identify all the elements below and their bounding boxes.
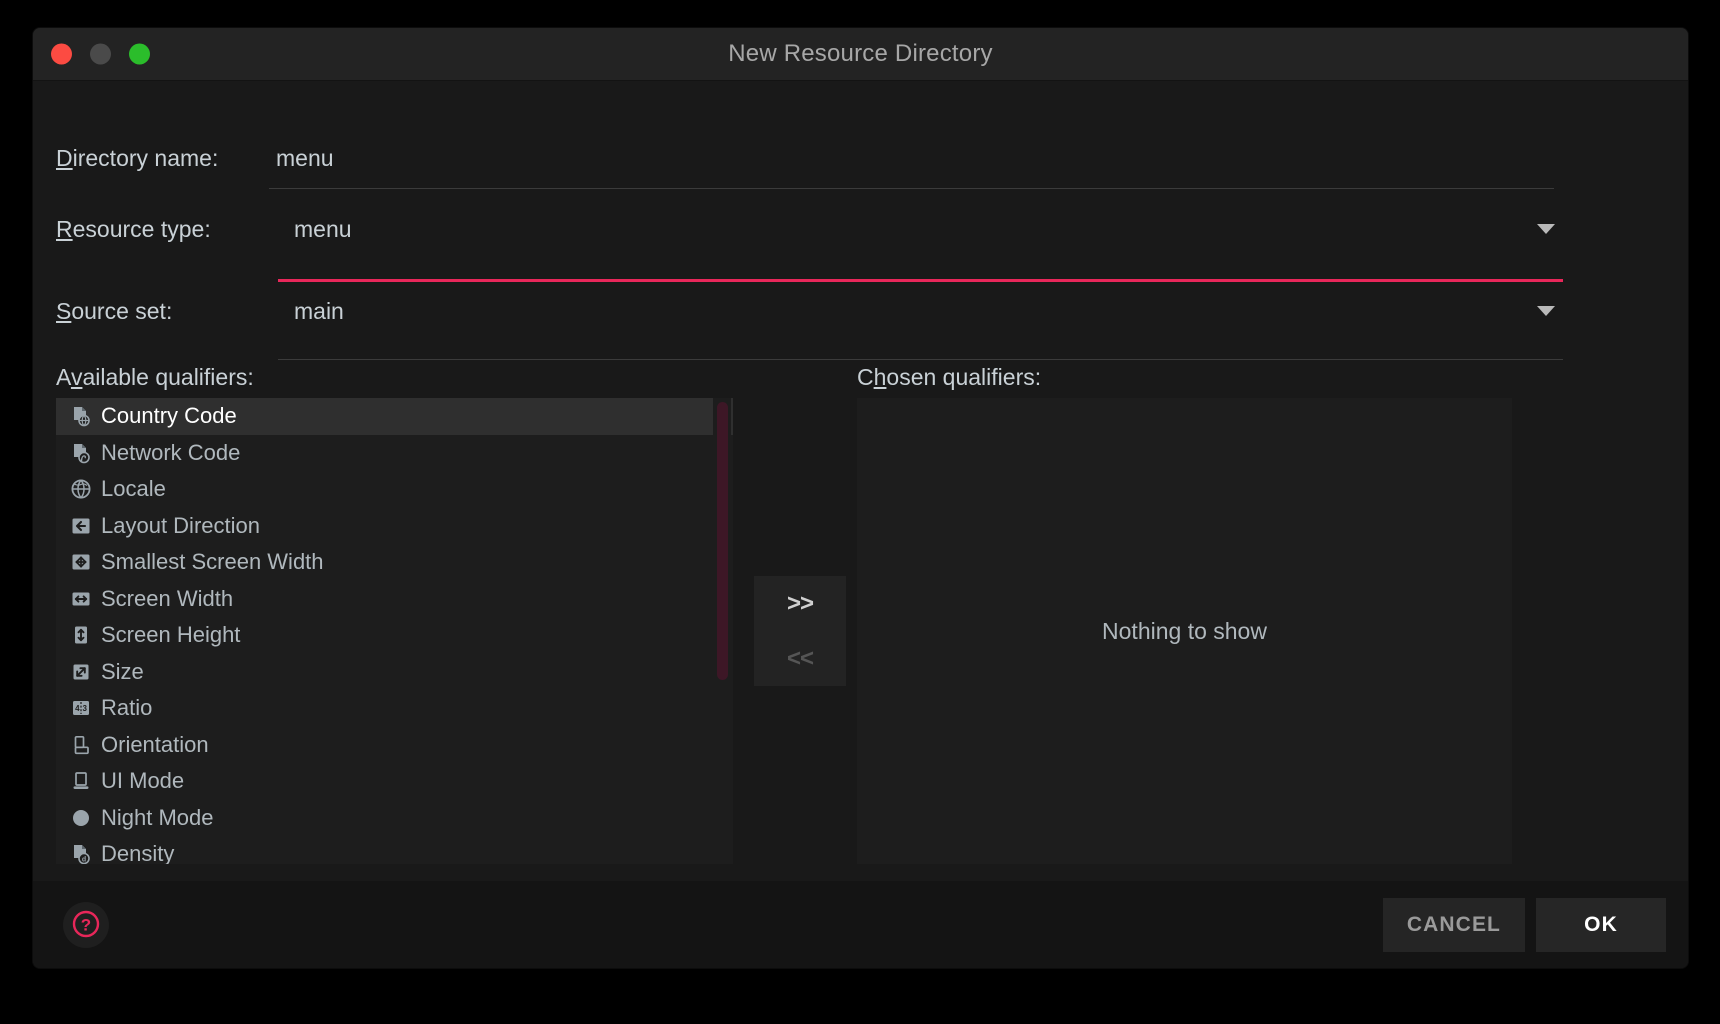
source-set-value: main <box>294 298 344 324</box>
chevron-down-icon[interactable] <box>1537 306 1555 316</box>
qualifier-item[interactable]: 4 3 Ratio <box>56 690 733 727</box>
available-qualifiers-label: Available qualifiers: <box>56 364 254 390</box>
qualifier-item-label: Screen Width <box>101 585 234 611</box>
qualifier-item[interactable]: Size <box>56 654 733 691</box>
screen-width-icon <box>70 588 92 610</box>
qualifier-item-label: Size <box>101 658 144 684</box>
chevron-down-icon[interactable] <box>1537 224 1555 234</box>
night-mode-icon <box>70 807 92 829</box>
directory-name-row: Directory name: menu <box>56 145 1554 189</box>
qualifier-item-label: Density <box>101 841 175 864</box>
resource-type-value: menu <box>294 216 352 242</box>
ok-button[interactable]: OK <box>1536 898 1666 952</box>
orientation-icon <box>70 734 92 756</box>
resource-type-label: Resource type: <box>56 216 211 242</box>
smallest-screen-width-icon <box>70 551 92 573</box>
network-code-icon <box>70 442 92 464</box>
qualifier-item[interactable]: Orientation <box>56 727 733 764</box>
ratio-icon: 4 3 <box>70 697 92 719</box>
country-code-icon <box>70 405 92 427</box>
cancel-button[interactable]: CANCEL <box>1382 898 1525 952</box>
qualifier-item[interactable]: Screen Width <box>56 581 733 618</box>
window-title: New Resource Directory <box>728 40 993 67</box>
source-set-underline <box>278 359 1563 360</box>
qualifier-item-label: Country Code <box>101 403 237 429</box>
qualifier-item[interactable]: Country Code <box>56 398 733 435</box>
chosen-qualifiers-label: Chosen qualifiers: <box>857 364 1042 390</box>
resource-type-row: Resource type: menu <box>56 216 1563 282</box>
qualifier-item-label: Ratio <box>101 695 153 721</box>
svg-text:?: ? <box>81 915 91 934</box>
qualifier-item-label: Locale <box>101 476 166 502</box>
locale-globe-icon <box>70 478 92 500</box>
qualifier-item[interactable]: Layout Direction <box>56 508 733 545</box>
qualifier-item-label: Network Code <box>101 439 241 465</box>
available-list-scrollbar[interactable] <box>713 398 731 864</box>
density-icon: d <box>70 843 92 864</box>
transfer-buttons-panel: >> << <box>754 576 846 686</box>
chosen-qualifiers-list[interactable]: Nothing to show <box>857 398 1512 864</box>
directory-name-field[interactable]: menu <box>269 145 1554 189</box>
qualifier-item[interactable]: UI Mode <box>56 763 733 800</box>
svg-text:d: d <box>82 857 86 864</box>
chosen-empty-message: Nothing to show <box>1102 617 1267 644</box>
screen: New Resource Directory Directory name: m… <box>0 0 1720 1024</box>
new-resource-directory-dialog: New Resource Directory Directory name: m… <box>33 28 1688 968</box>
qualifier-item[interactable]: Night Mode <box>56 800 733 837</box>
resource-type-focus-underline <box>278 279 1563 282</box>
qualifier-item-label: Screen Height <box>101 622 241 648</box>
dialog-body: Directory name: menu Resource type: menu… <box>33 81 1688 968</box>
qualifier-item-label: UI Mode <box>101 768 185 794</box>
directory-name-value: menu <box>276 145 334 171</box>
add-qualifier-button[interactable]: >> <box>754 576 846 631</box>
qualifier-item[interactable]: Locale <box>56 471 733 508</box>
screen-height-icon <box>70 624 92 646</box>
qualifier-item-label: Orientation <box>101 731 209 757</box>
available-qualifiers-list[interactable]: Country Code Network Code Locale Layout … <box>56 398 733 864</box>
footer-action-buttons: CANCEL OK <box>1382 898 1666 952</box>
qualifier-item-label: Smallest Screen Width <box>101 549 324 575</box>
directory-name-label: Directory name: <box>56 145 219 171</box>
remove-qualifier-button[interactable]: << <box>754 631 846 686</box>
qualifier-item[interactable]: Screen Height <box>56 617 733 654</box>
qualifier-item-label: Night Mode <box>101 804 214 830</box>
qualifier-item[interactable]: Smallest Screen Width <box>56 544 733 581</box>
source-set-row: Source set: main <box>56 298 1563 360</box>
qualifier-item[interactable]: d Density <box>56 836 733 864</box>
qualifier-item-label: Layout Direction <box>101 512 260 538</box>
help-button[interactable]: ? <box>63 902 109 948</box>
layout-direction-icon <box>70 515 92 537</box>
svg-text:3: 3 <box>82 704 87 713</box>
resource-type-dropdown[interactable]: menu <box>278 216 1563 282</box>
help-question-icon: ? <box>71 909 101 942</box>
window-titlebar: New Resource Directory <box>33 28 1688 81</box>
scrollbar-thumb[interactable] <box>717 402 728 680</box>
available-items-container: Country Code Network Code Locale Layout … <box>56 398 733 864</box>
qualifier-item[interactable]: Network Code <box>56 435 733 472</box>
dialog-footer: ? CANCEL OK <box>33 881 1688 968</box>
source-set-label: Source set: <box>56 298 173 324</box>
svg-text:4: 4 <box>75 704 80 713</box>
ui-mode-icon <box>70 770 92 792</box>
size-icon <box>70 661 92 683</box>
source-set-dropdown[interactable]: main <box>278 298 1563 360</box>
directory-name-underline <box>269 188 1554 189</box>
